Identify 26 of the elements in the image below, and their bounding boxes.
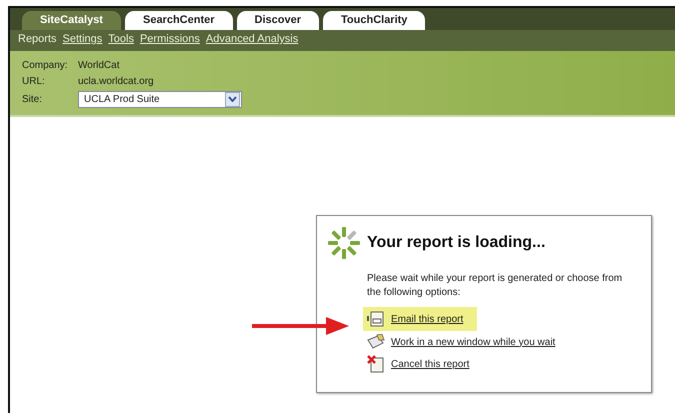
dialog-title: Your report is loading... (367, 234, 546, 252)
field-label: URL: (22, 76, 46, 86)
cancel-document-icon (367, 355, 385, 373)
nav-link[interactable]: Advanced Analysis (206, 33, 298, 47)
window-icon (367, 334, 385, 350)
dialog-message: Please wait while your report is generated or choose from the following options: (367, 272, 624, 299)
option-link[interactable]: Work in a new window while you wait (391, 336, 556, 348)
option-link[interactable]: Email this report (391, 314, 464, 324)
option-link[interactable]: Cancel this report (391, 358, 470, 370)
field-value: WorldCat (78, 60, 120, 70)
tab[interactable]: SearchCenter (124, 11, 233, 30)
tab[interactable]: Discover (236, 11, 320, 30)
site-dropdown[interactable]: UCLA Prod Suite (78, 90, 242, 108)
caret-icon (225, 92, 240, 106)
document-icon (367, 311, 385, 327)
nav-link[interactable]: Permissions (140, 33, 200, 47)
field-value: ucla.worldcat.org (78, 76, 154, 86)
tab[interactable]: SiteCatalyst (22, 11, 121, 30)
arrow-icon (250, 316, 350, 336)
spinner-icon (327, 226, 361, 260)
field-label: Site: (22, 94, 44, 104)
nav-link[interactable]: Reports (18, 33, 57, 47)
nav-link[interactable]: Tools (108, 33, 134, 47)
tab[interactable]: TouchClarity (323, 11, 426, 30)
field-label: Company: (22, 60, 69, 70)
nav-link[interactable]: Settings (62, 33, 102, 47)
